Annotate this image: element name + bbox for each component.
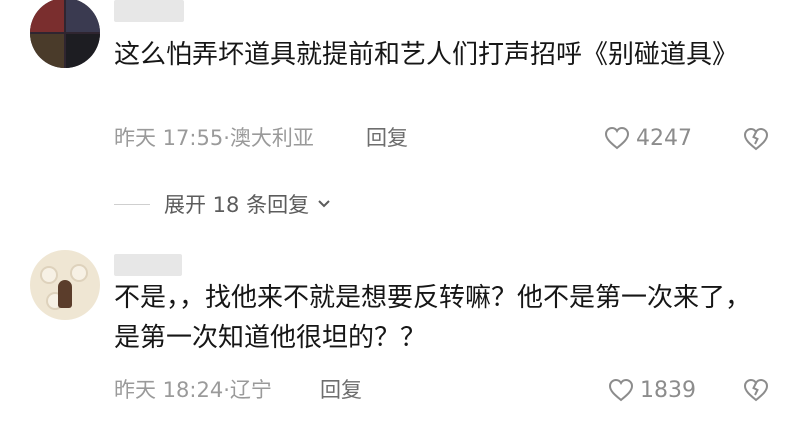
avatar[interactable] [30, 250, 100, 320]
broken-heart-icon[interactable] [742, 376, 770, 404]
divider [114, 203, 150, 205]
comment-item: 不是，，找他来不就是想要反转嘛？他不是第一次来了，是第一次知道他很坦的？？ 昨天… [0, 242, 800, 422]
chevron-down-icon [318, 200, 330, 208]
like-count: 1839 [640, 377, 696, 403]
like-count: 4247 [636, 125, 692, 151]
heart-icon [604, 126, 630, 150]
like-button[interactable]: 4247 [604, 122, 692, 154]
reply-button[interactable]: 回复 [366, 122, 408, 154]
comment-item: 这么怕弄坏道具就提前和艺人们打声招呼《别碰道具》 昨天 17:55·澳大利亚 回… [0, 0, 800, 217]
comment-text: 不是，，找他来不就是想要反转嘛？他不是第一次来了，是第一次知道他很坦的？？ [114, 283, 752, 353]
comment-meta: 昨天 18:24·辽宁 [114, 378, 272, 402]
broken-heart-icon[interactable] [742, 125, 770, 153]
heart-icon [608, 378, 634, 402]
comment-text: 这么怕弄坏道具就提前和艺人们打声招呼《别碰道具》 [114, 40, 739, 70]
username-blurred[interactable] [114, 254, 182, 276]
reply-button[interactable]: 回复 [320, 374, 362, 406]
like-button[interactable]: 1839 [608, 374, 696, 406]
comment-meta: 昨天 17:55·澳大利亚 [114, 126, 314, 150]
avatar[interactable] [30, 0, 100, 68]
username-blurred[interactable] [114, 0, 184, 22]
expand-replies-label: 展开 18 条回复 [164, 193, 310, 217]
expand-replies[interactable]: 展开 18 条回复 [114, 186, 333, 222]
